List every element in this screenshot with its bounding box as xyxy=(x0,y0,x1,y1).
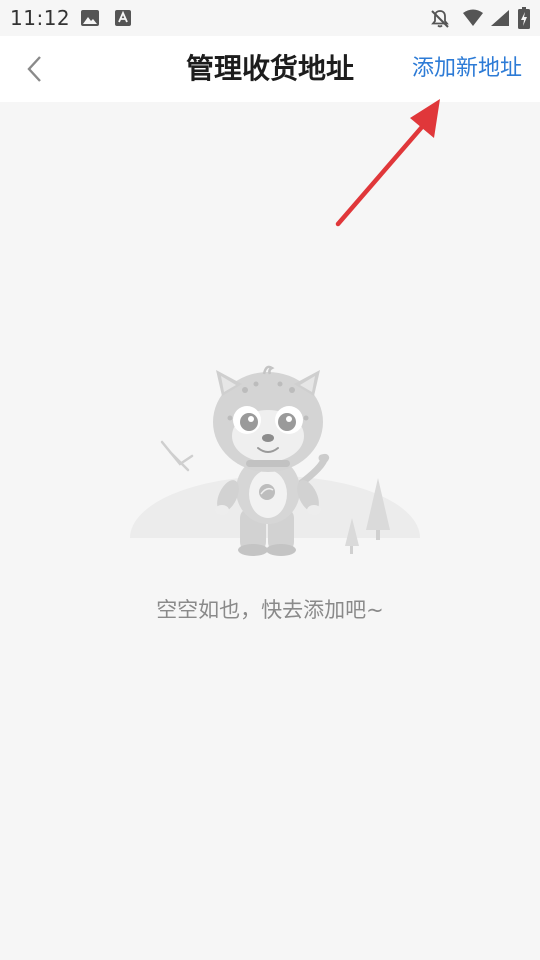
empty-state-illustration xyxy=(130,365,420,565)
battery-charging-icon xyxy=(518,7,530,29)
status-time: 11:12 xyxy=(10,6,71,30)
image-icon xyxy=(81,10,99,26)
wifi-icon xyxy=(463,9,483,26)
cell-signal-icon xyxy=(491,10,509,26)
status-bar: 11:12 xyxy=(0,0,540,36)
add-new-address-button[interactable]: 添加新地址 xyxy=(412,54,522,84)
empty-state-message: 空空如也，快去添加吧~ xyxy=(156,598,384,622)
header-bar: 管理收货地址 添加新地址 xyxy=(0,36,540,102)
page-title: 管理收货地址 xyxy=(185,52,354,85)
chevron-left-icon xyxy=(27,56,41,82)
annotation-arrow xyxy=(335,99,440,227)
notifications-off-icon xyxy=(431,10,449,28)
text-app-icon xyxy=(115,10,131,26)
back-button[interactable] xyxy=(10,44,60,94)
